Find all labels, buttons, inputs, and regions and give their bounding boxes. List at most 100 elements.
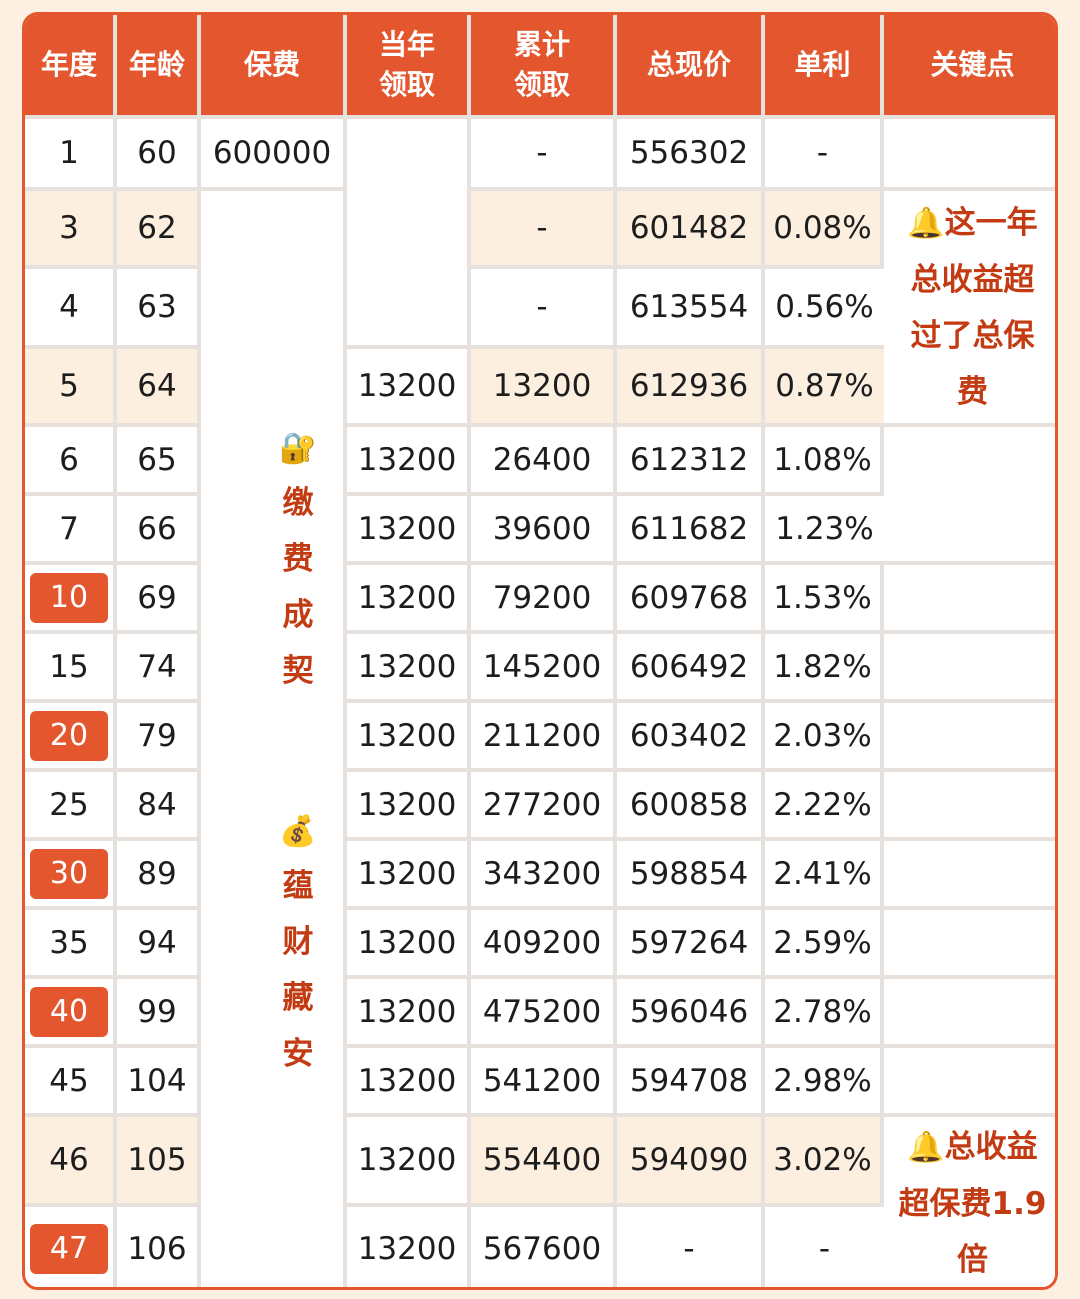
cell-age: 64: [117, 349, 201, 427]
cell-annual: 13200: [347, 1207, 471, 1287]
cell-age: 99: [117, 979, 201, 1048]
cell-rate: 1.08%: [765, 427, 884, 496]
cell-rate: 0.87%: [765, 349, 884, 427]
table-row: 6 65 13200 26400 612312 1.08%: [25, 427, 1055, 565]
benefit-table: 年度 年龄 保费 当年 领取 累计 领取 总现价 单利 关键点 1 60 600…: [25, 15, 1055, 1287]
header-cumulative-line1: 累计: [513, 28, 570, 61]
cell-annual: 13200: [347, 1117, 471, 1207]
bell-icon: 🔔: [907, 205, 945, 241]
cell-cash-value: 596046: [617, 979, 765, 1048]
cell-annual: 13200: [347, 703, 471, 772]
cell-cumulative: 39600: [471, 496, 617, 565]
year-highlight-badge: 20: [30, 710, 108, 761]
key-note-2-line3: 倍: [957, 1242, 988, 1278]
cell-year: 46: [25, 1117, 117, 1207]
cell-age: 104: [117, 1048, 201, 1117]
cell-rate: 0.08%: [765, 191, 884, 269]
table-row: 46 105 13200 554400 594090 3.02% 🔔总收益 超保…: [25, 1117, 1055, 1287]
cell-cumulative: -: [471, 269, 617, 349]
year-highlight-badge: 30: [30, 848, 108, 899]
cell-year: 3: [25, 191, 117, 269]
key-note-1-line2: 总收益超: [910, 261, 1035, 298]
cell-cumulative: 409200: [471, 910, 617, 979]
header-age: 年龄: [117, 15, 201, 119]
cell-age: 105: [117, 1117, 201, 1207]
cell-age: 84: [117, 772, 201, 841]
cell-rate: 0.56%: [765, 269, 884, 349]
key-note-1-line1: 这一年: [944, 204, 1038, 241]
cell-year: 47: [25, 1207, 117, 1287]
header-annual-line1: 当年: [378, 28, 435, 61]
key-note-2-line1: 总收益: [944, 1129, 1038, 1165]
cell-key-empty: [884, 119, 1055, 191]
year-highlight-badge: 40: [30, 986, 108, 1037]
table-row: 15 74 13200 145200 606492 1.82%: [25, 634, 1055, 703]
cell-cash-value: 600858: [617, 772, 765, 841]
cell-year: 20: [25, 703, 117, 772]
cell-age: 94: [117, 910, 201, 979]
cell-cash-value: 609768: [617, 565, 765, 634]
table-row: 3 62 - 601482 0.08% 🔔这一年 总收益超 过了总保 费: [25, 191, 1055, 1287]
cell-year: 15: [25, 634, 117, 703]
table-row: 45 104 13200 541200 594708 2.98%: [25, 1048, 1055, 1117]
cell-age: 60: [117, 119, 201, 191]
cell-cash-value: 612936: [617, 349, 765, 427]
cell-cash-value: 601482: [617, 191, 765, 269]
cell-cumulative: 277200: [471, 772, 617, 841]
cell-premium: 600000: [201, 119, 347, 191]
cell-rate: 1.23%: [765, 496, 884, 565]
cell-rate: 1.82%: [765, 634, 884, 703]
premium-note-char: 缴: [282, 485, 314, 521]
wealth-note-char: 藏: [282, 980, 314, 1016]
cell-year: 25: [25, 772, 117, 841]
benefit-table-card: 年度 年龄 保费 当年 领取 累计 领取 总现价 单利 关键点 1 60 600…: [22, 12, 1058, 1290]
cell-rate: 2.22%: [765, 772, 884, 841]
cell-year: 40: [25, 979, 117, 1048]
header-simple-rate: 单利: [765, 15, 884, 119]
cell-cash-value: 556302: [617, 119, 765, 191]
table-row: 20 79 13200 211200 603402 2.03%: [25, 703, 1055, 772]
money-bag-icon: 💰: [279, 814, 317, 849]
cell-rate: 2.59%: [765, 910, 884, 979]
cell-key-empty: [884, 772, 1055, 841]
cell-year: 30: [25, 841, 117, 910]
cell-cash-value: 598854: [617, 841, 765, 910]
header-year: 年度: [25, 15, 117, 119]
cell-age: 89: [117, 841, 201, 910]
cell-cash-value: 594708: [617, 1048, 765, 1117]
header-cumulative-payout: 累计 领取: [471, 15, 617, 119]
lock-key-icon: 🔐: [279, 431, 317, 466]
cell-age: 74: [117, 634, 201, 703]
cell-year: 45: [25, 1048, 117, 1117]
cell-year: 1: [25, 119, 117, 191]
cell-cumulative: -: [471, 119, 617, 191]
cell-age: 106: [117, 1207, 201, 1287]
cell-premium-merged: [201, 191, 347, 1287]
table-row: 35 94 13200 409200 597264 2.59%: [25, 910, 1055, 979]
wealth-note-char: 财: [282, 924, 314, 960]
header-annual-line2: 领取: [378, 68, 435, 101]
cell-cash-value: -: [617, 1207, 765, 1287]
cell-rate: 2.03%: [765, 703, 884, 772]
cell-cumulative: 343200: [471, 841, 617, 910]
cell-cash-value: 603402: [617, 703, 765, 772]
key-note-2-line2: 超保费1.9: [898, 1186, 1047, 1222]
cell-cumulative: 475200: [471, 979, 617, 1048]
cell-age: 66: [117, 496, 201, 565]
year-highlight-badge: 10: [30, 572, 108, 623]
cell-rate: 1.53%: [765, 565, 884, 634]
cell-key-empty: [884, 841, 1055, 910]
cell-cumulative: 211200: [471, 703, 617, 772]
premium-note-char: 契: [282, 653, 314, 689]
key-note-2: 🔔总收益 超保费1.9 倍: [884, 1117, 1055, 1287]
header-cumulative-line2: 领取: [513, 68, 570, 101]
cell-cash-value: 611682: [617, 496, 765, 565]
year-highlight-badge: 47: [30, 1223, 108, 1274]
cell-cumulative: 554400: [471, 1117, 617, 1207]
cell-key-empty: [884, 1048, 1055, 1117]
bell-icon: 🔔: [907, 1130, 945, 1165]
cell-key-empty: [884, 979, 1055, 1048]
wealth-note: 💰 蕴 财 藏 安: [225, 810, 371, 1082]
cell-year: 4: [25, 269, 117, 349]
cell-year: 10: [25, 565, 117, 634]
